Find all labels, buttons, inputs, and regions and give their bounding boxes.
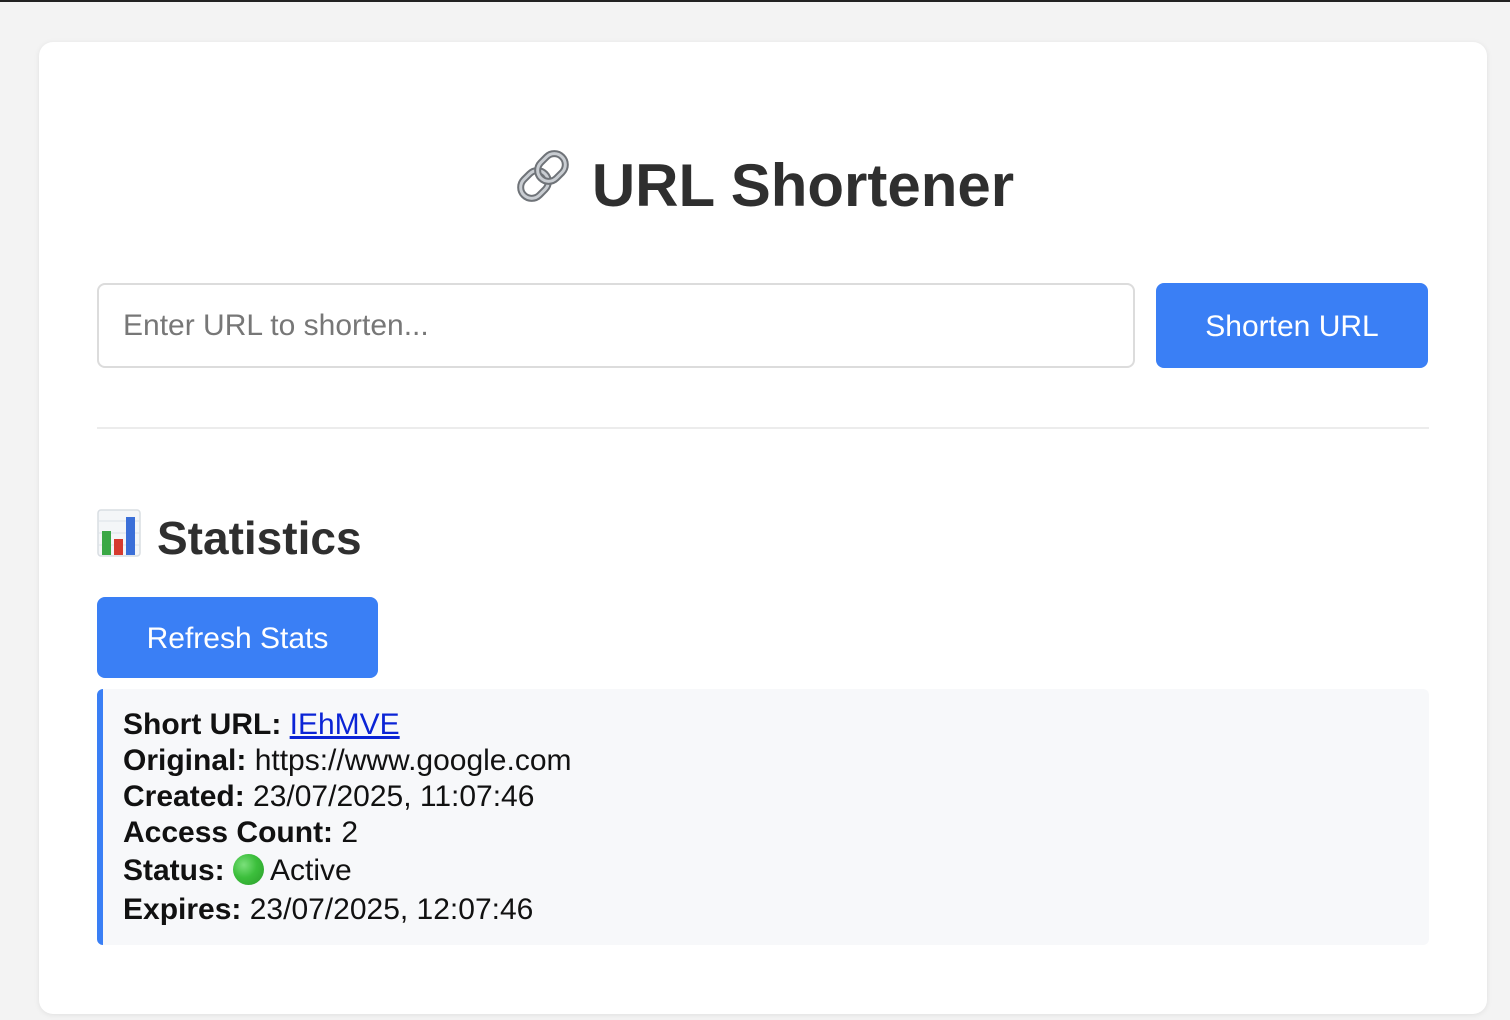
- stat-created: Created: 23/07/2025, 11:07:46: [123, 779, 1409, 815]
- stat-created-label: Created:: [123, 780, 254, 813]
- link-icon: [512, 145, 574, 227]
- stat-original: Original: https://www.google.com: [123, 743, 1409, 779]
- stat-status: Status: Active: [123, 851, 1409, 890]
- short-url-link[interactable]: IEhMVE: [290, 708, 400, 741]
- green-circle-icon: [233, 853, 265, 885]
- stat-short-url: Short URL: IEhMVE: [123, 707, 1409, 743]
- stat-original-value: https://www.google.com: [254, 744, 572, 777]
- stat-access-count-value: 2: [341, 816, 359, 849]
- stat-status-value: Active: [270, 854, 352, 887]
- statistics-heading-text: Statistics: [157, 512, 362, 564]
- refresh-stats-button[interactable]: Refresh Stats: [97, 597, 378, 678]
- stat-access-count-label: Access Count:: [123, 816, 342, 849]
- stat-expires-value: 23/07/2025, 12:07:46: [249, 893, 534, 926]
- stat-expires: Expires: 23/07/2025, 12:07:46: [123, 890, 1409, 929]
- stat-status-label: Status:: [123, 854, 234, 887]
- statistics-heading: Statistics: [97, 509, 362, 572]
- stat-created-value: 23/07/2025, 11:07:46: [253, 780, 535, 813]
- bar-chart-icon: [97, 509, 141, 569]
- stat-original-label: Original:: [123, 744, 255, 777]
- url-input[interactable]: [97, 283, 1135, 368]
- section-divider: [97, 427, 1429, 429]
- page-title: URL Shortener: [39, 146, 1487, 231]
- page-title-text: URL Shortener: [591, 152, 1015, 219]
- main-card: URL Shortener Shorten URL Statistics Ref…: [39, 42, 1487, 1014]
- stat-short-url-label: Short URL:: [123, 708, 290, 741]
- stat-access-count: Access Count: 2: [123, 815, 1409, 851]
- shorten-url-button[interactable]: Shorten URL: [1156, 283, 1428, 368]
- stats-entry: Short URL: IEhMVE Original: https://www.…: [97, 689, 1429, 945]
- stat-expires-label: Expires:: [123, 893, 250, 926]
